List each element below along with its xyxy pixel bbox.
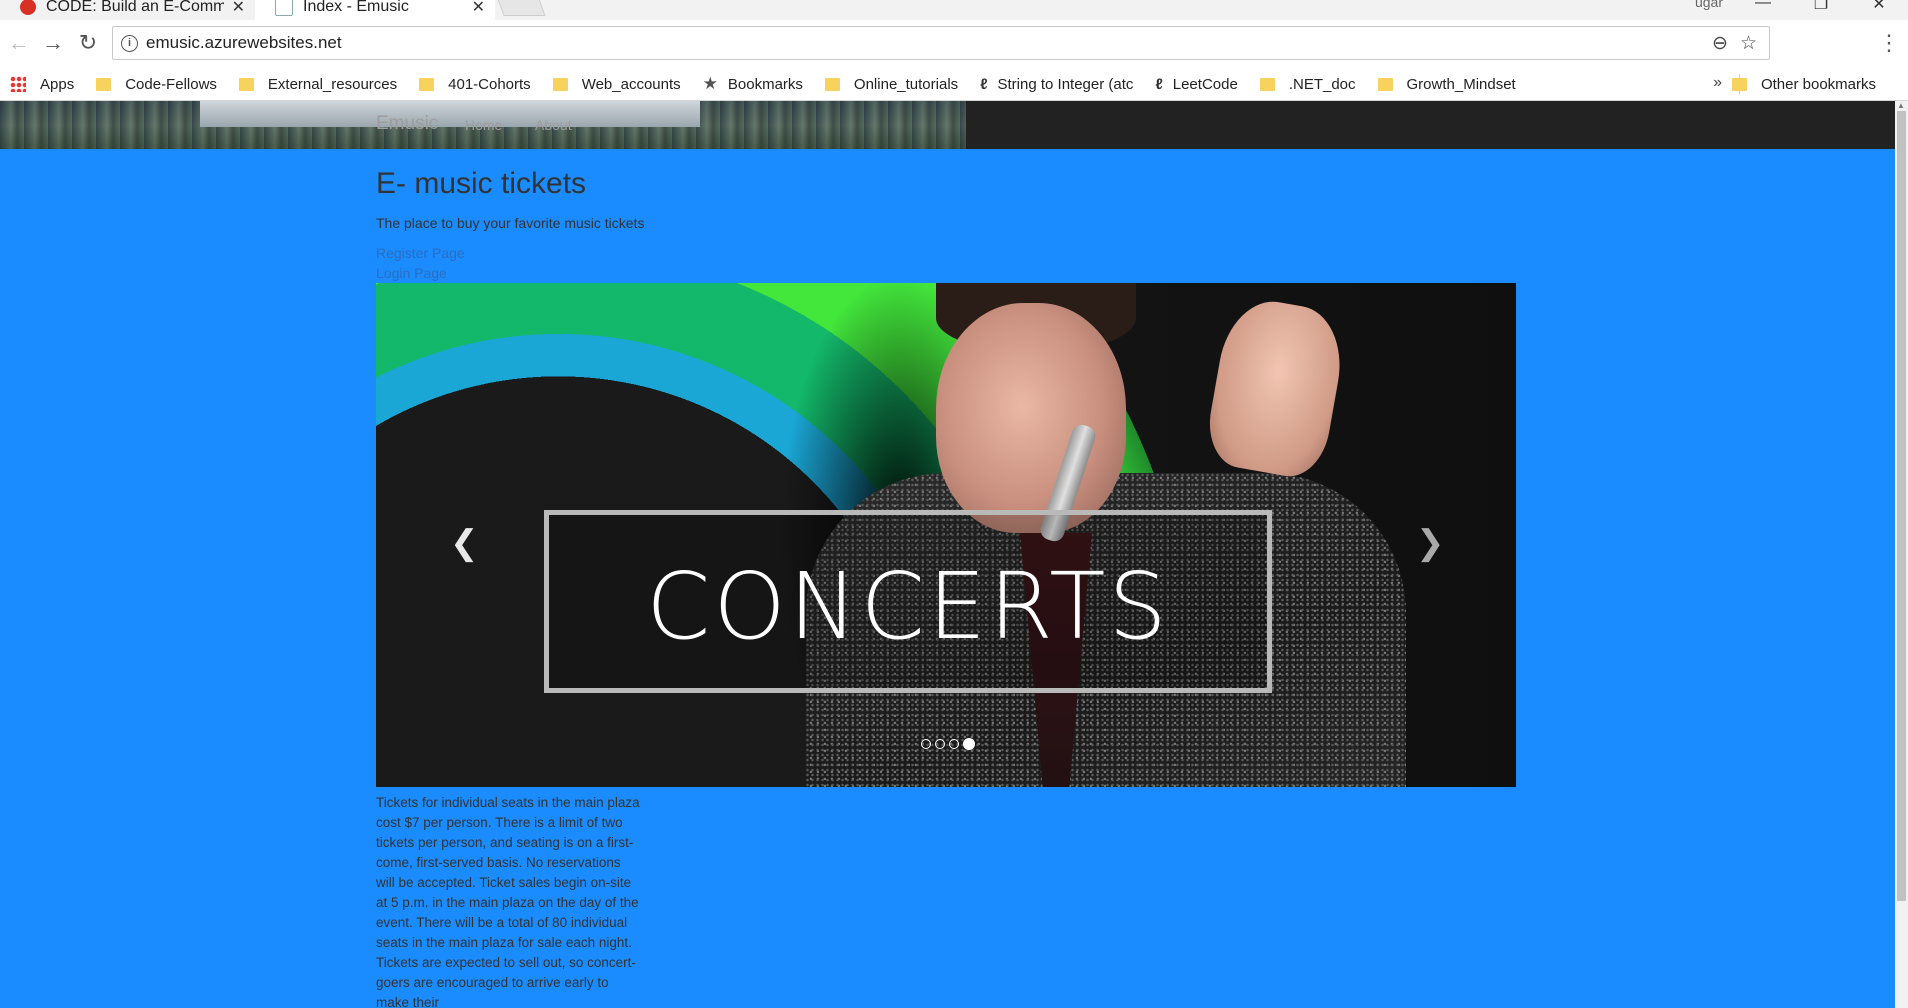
url-text[interactable]: emusic.azurewebsites.net xyxy=(146,33,1712,53)
bookmark-label: Web_accounts xyxy=(581,75,681,93)
scroll-up-icon[interactable]: ▲ xyxy=(1897,101,1905,110)
leetcode-icon: ℓ xyxy=(1155,75,1163,93)
forward-arrow-icon[interactable]: → xyxy=(40,30,66,56)
folder-icon xyxy=(1259,77,1275,91)
bookmark-label: Apps xyxy=(40,75,75,93)
bookmark-bookmarks[interactable]: ★ Bookmarks xyxy=(703,74,803,94)
folder-icon xyxy=(419,77,435,91)
nav-link-about[interactable]: About xyxy=(535,117,572,133)
bookmark-label: Online_tutorials xyxy=(853,75,959,93)
bookmark-web-accounts[interactable]: Web_accounts xyxy=(552,75,681,93)
site-favicon-icon xyxy=(20,0,36,15)
bookmark-label: Growth_Mindset xyxy=(1406,75,1516,93)
menu-icon[interactable]: ⋮ xyxy=(1878,30,1900,56)
tab-strip: CODE: Build an E-Comme ✕ Index - Emusic … xyxy=(0,0,1908,20)
minimize-icon[interactable]: — xyxy=(1734,0,1792,14)
performer-hand xyxy=(1202,293,1350,483)
carousel-indicator[interactable] xyxy=(935,739,945,749)
window-controls: — ❐ ✕ xyxy=(1734,0,1908,14)
folder-icon xyxy=(238,77,254,91)
bookmark-401-cohorts[interactable]: 401-Cohorts xyxy=(419,76,531,93)
bookmarks-bar: Apps Code-Fellows External_resources 401… xyxy=(0,68,1908,101)
document-favicon-icon xyxy=(275,0,293,16)
performer-face xyxy=(936,303,1126,533)
bookmark-star-icon[interactable]: ☆ xyxy=(1740,32,1757,55)
chevron-right-icon[interactable]: ❯ xyxy=(1416,523,1445,563)
folder-icon xyxy=(96,77,112,91)
vertical-scrollbar[interactable]: ▲ xyxy=(1895,101,1908,1008)
restore-icon[interactable]: ❐ xyxy=(1792,0,1850,14)
browser-toolbar: ← → ↻ i emusic.azurewebsites.net ⊖ ☆ ⋮ xyxy=(0,20,1908,68)
bookmark-other-bookmarks[interactable]: Other bookmarks xyxy=(1731,68,1876,100)
page-subtitle: The place to buy your favorite music tic… xyxy=(376,215,645,231)
bookmark-label: External_resources xyxy=(267,75,398,93)
tab-title: Index - Emusic xyxy=(303,0,409,15)
carousel-indicator-active[interactable] xyxy=(963,738,975,750)
folder-icon xyxy=(824,77,840,91)
bookmark-label: String to Integer (atc xyxy=(997,75,1134,93)
back-arrow-icon[interactable]: ← xyxy=(6,30,32,56)
chevron-left-icon[interactable]: ❮ xyxy=(450,523,479,563)
close-window-icon[interactable]: ✕ xyxy=(1850,0,1908,14)
tab-index-emusic[interactable]: Index - Emusic ✕ xyxy=(255,0,495,20)
site-navbar: Emusic Home About xyxy=(0,101,1895,149)
folder-icon xyxy=(1377,77,1393,91)
profile-name[interactable]: ugar xyxy=(1695,0,1723,10)
page-title: E- music tickets xyxy=(376,167,587,200)
bookmark-code-fellows[interactable]: Code-Fellows xyxy=(96,76,217,93)
nav-link-home[interactable]: Home xyxy=(465,117,502,133)
zoom-icon[interactable]: ⊖ xyxy=(1712,32,1728,55)
leetcode-icon: ℓ xyxy=(980,75,988,93)
bookmark-label: .NET_doc xyxy=(1288,75,1356,93)
new-tab-button[interactable] xyxy=(496,0,546,16)
brand-link[interactable]: Emusic xyxy=(376,113,438,135)
close-icon[interactable]: ✕ xyxy=(232,0,245,17)
bookmark-external-resources[interactable]: External_resources xyxy=(238,75,398,93)
bookmark-growth-mindset[interactable]: Growth_Mindset xyxy=(1377,75,1516,93)
bookmark-label: Code-Fellows xyxy=(125,75,217,93)
bookmark-label: 401-Cohorts xyxy=(448,75,531,93)
bookmark-label: Other bookmarks xyxy=(1760,75,1876,93)
register-page-link[interactable]: Register Page xyxy=(376,245,465,261)
star-icon: ★ xyxy=(702,74,718,93)
apps-grid-icon xyxy=(10,76,26,92)
bookmark-net-doc[interactable]: .NET_doc xyxy=(1259,75,1356,93)
bookmark-apps[interactable]: Apps xyxy=(10,76,74,93)
bookmark-label: Bookmarks xyxy=(727,75,803,93)
page-viewport: Emusic Home About E- music tickets The p… xyxy=(0,101,1895,1008)
login-page-link[interactable]: Login Page xyxy=(376,265,447,281)
folder-icon xyxy=(1731,77,1747,91)
ticket-info-text: Tickets for individual seats in the main… xyxy=(376,795,640,1008)
bookmark-string-to-integer[interactable]: ℓ String to Integer (atc xyxy=(980,76,1133,93)
caption-text: CONCERTS xyxy=(646,553,1170,660)
tab-code-build[interactable]: CODE: Build an E-Comme ✕ xyxy=(0,0,255,20)
folder-icon xyxy=(552,77,568,91)
address-bar[interactable]: i emusic.azurewebsites.net ⊖ ☆ xyxy=(112,26,1770,60)
concert-carousel: CONCERTS ❮ ❯ xyxy=(376,283,1516,787)
tab-title: CODE: Build an E-Comme xyxy=(46,0,224,15)
carousel-indicator[interactable] xyxy=(949,739,959,749)
info-icon[interactable]: i xyxy=(121,34,138,52)
close-icon[interactable]: ✕ xyxy=(472,0,485,17)
carousel-indicators xyxy=(376,738,1516,750)
reload-icon[interactable]: ↻ xyxy=(75,30,101,56)
scrollbar-thumb[interactable] xyxy=(1897,111,1906,901)
bookmarks-overflow-button[interactable]: » xyxy=(1713,74,1722,92)
carousel-indicator[interactable] xyxy=(921,739,931,749)
bookmark-label: LeetCode xyxy=(1172,75,1238,93)
bookmark-online-tutorials[interactable]: Online_tutorials xyxy=(824,75,959,93)
carousel-caption: CONCERTS xyxy=(544,510,1272,693)
bookmark-leetcode[interactable]: ℓ LeetCode xyxy=(1155,76,1237,93)
